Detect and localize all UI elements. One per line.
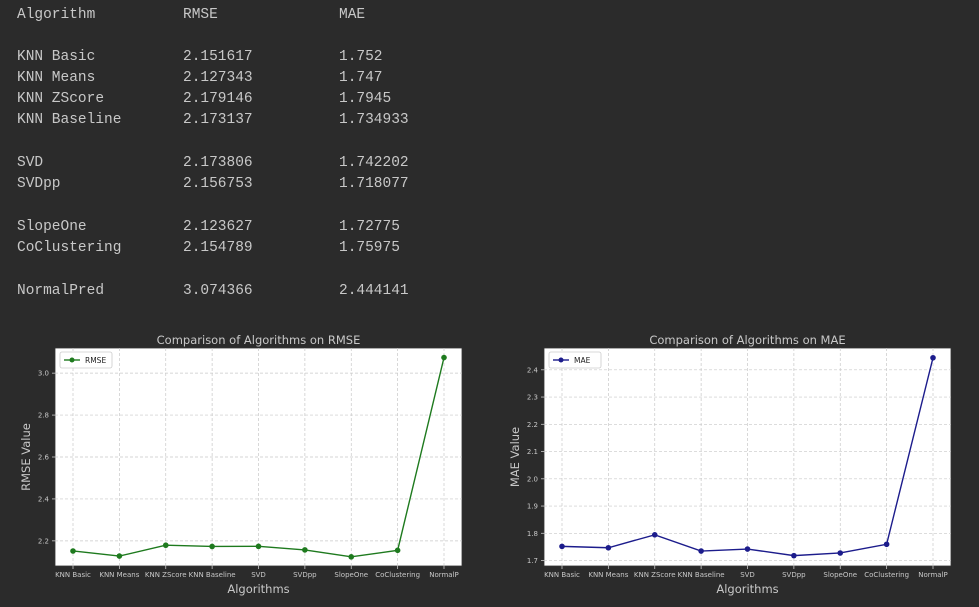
data-point xyxy=(791,552,797,559)
x-tick-label: KNN Basic xyxy=(544,571,580,579)
x-axis-label: Algorithms xyxy=(227,582,289,596)
data-point xyxy=(348,554,355,560)
data-point xyxy=(837,550,844,556)
y-tick-label: 2.4 xyxy=(38,495,50,503)
chart-title: Comparison of Algorithms on MAE xyxy=(649,333,845,347)
y-tick-label: 2.6 xyxy=(38,454,50,462)
data-point xyxy=(651,531,658,538)
y-tick-label: 2.8 xyxy=(38,412,49,420)
x-tick-label: SVDpp xyxy=(782,571,806,579)
y-tick-label: 2.0 xyxy=(527,475,538,483)
y-tick-label: 2.1 xyxy=(527,448,538,456)
data-point xyxy=(70,548,76,554)
data-point xyxy=(162,542,169,549)
y-tick-label: 2.2 xyxy=(527,421,538,429)
x-tick-label: SVDpp xyxy=(293,571,317,579)
data-point xyxy=(209,543,215,550)
y-axis-label: RMSE Value xyxy=(19,423,33,491)
data-point xyxy=(394,547,401,554)
x-tick-label: KNN Means xyxy=(588,571,628,579)
y-tick-label: 3.0 xyxy=(38,370,49,378)
output-panel: Algorithm RMSE MAE KNN Basic 2.151617 1.… xyxy=(0,0,979,607)
x-tick-label: KNN ZScore xyxy=(145,571,187,579)
y-tick-label: 2.4 xyxy=(527,366,539,374)
data-point xyxy=(883,541,890,548)
x-tick-label: NormalP xyxy=(429,571,459,579)
data-point xyxy=(605,544,612,551)
chart-title: Comparison of Algorithms on RMSE xyxy=(157,333,361,347)
charts-canvas: Comparison of Algorithms on RMSE 2.2 2.4 2.… xyxy=(19,333,952,596)
data-point xyxy=(559,543,565,550)
data-point xyxy=(255,543,262,550)
data-point xyxy=(744,546,751,552)
legend-marker xyxy=(69,357,75,363)
x-tick-label: CoClustering xyxy=(864,571,909,579)
data-point xyxy=(116,553,123,559)
x-tick-label: SlopeOne xyxy=(334,571,368,579)
x-tick-label: KNN Baseline xyxy=(189,571,236,579)
legend-label: MAE xyxy=(574,356,591,365)
x-tick-label: KNN Means xyxy=(99,571,139,579)
x-tick-label: SVD xyxy=(251,571,266,579)
data-point xyxy=(441,354,447,361)
y-tick-label: 1.9 xyxy=(527,503,538,511)
x-tick-label: KNN Baseline xyxy=(678,571,725,579)
x-tick-label: CoClustering xyxy=(375,571,420,579)
x-tick-label: KNN Basic xyxy=(55,571,91,579)
y-tick-label: 1.7 xyxy=(527,557,538,565)
chart-rmse: Comparison of Algorithms on RMSE 2.2 2.4 2.… xyxy=(19,333,463,596)
y-tick-label: 1.8 xyxy=(527,530,538,538)
y-tick-label: 2.3 xyxy=(527,394,538,402)
legend-label: RMSE xyxy=(85,356,106,365)
x-tick-label: KNN ZScore xyxy=(634,571,676,579)
y-tick-label: 2.2 xyxy=(38,537,49,545)
chart-mae: Comparison of Algorithms on MAE 1.7 1.8 1.9… xyxy=(508,333,952,596)
x-tick-label: SVD xyxy=(740,571,755,579)
y-axis-label: MAE Value xyxy=(508,427,522,487)
data-point xyxy=(698,548,704,554)
data-point xyxy=(930,354,936,361)
x-axis-label: Algorithms xyxy=(716,582,778,596)
x-tick-label: NormalP xyxy=(918,571,948,579)
legend-marker xyxy=(558,357,564,363)
data-point xyxy=(302,547,308,553)
x-tick-label: SlopeOne xyxy=(823,571,857,579)
